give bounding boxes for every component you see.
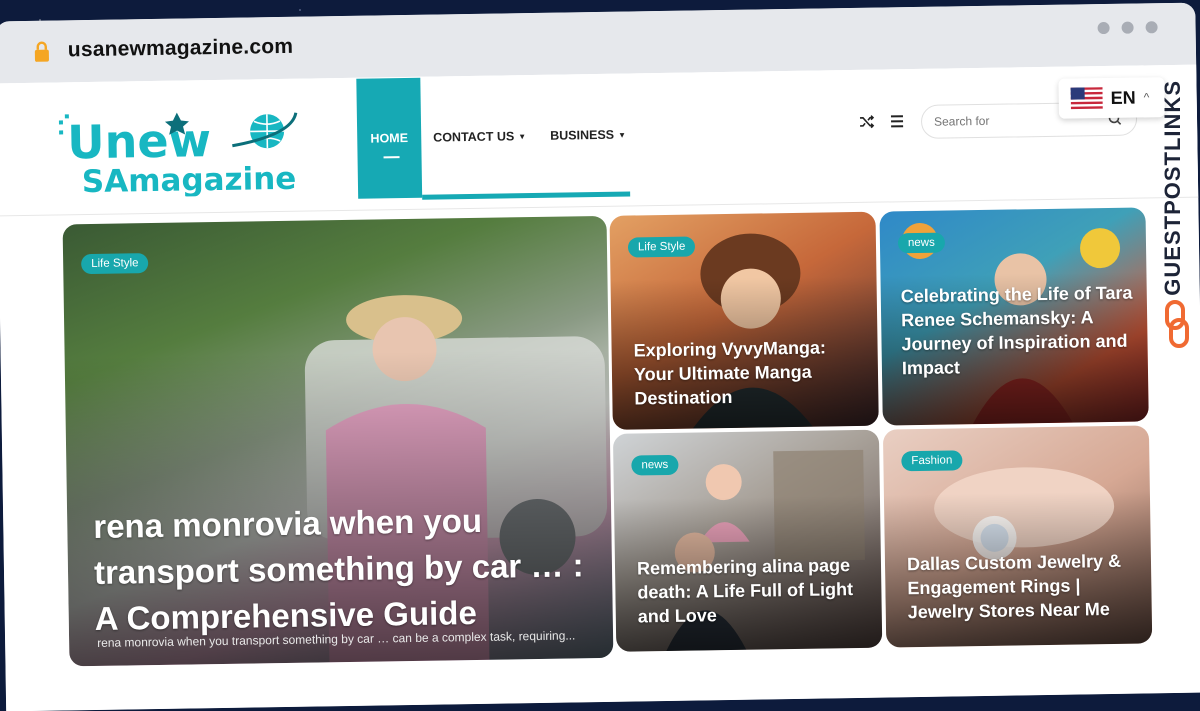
window-controls (1097, 21, 1158, 35)
category-badge[interactable]: Life Style (627, 236, 696, 258)
caret-down-icon: ▼ (518, 131, 527, 141)
featured-article-4[interactable]: news Remembering alina page death: A Lif… (612, 429, 883, 652)
chevron-up-icon: ^ (1143, 90, 1150, 105)
main-nav: HOME CONTACT US ▼ BUSINESS ▼ (356, 73, 639, 199)
article-title[interactable]: Remembering alina page death: A Life Ful… (637, 554, 874, 630)
window-dot[interactable] (1097, 21, 1110, 35)
guestpostlinks-wordmark: GUESTPOSTLINKS (1160, 80, 1185, 296)
category-badge[interactable]: news (897, 232, 945, 254)
chain-link-icon (1165, 300, 1189, 348)
article-title[interactable]: Exploring VyvyManga: Your Ultimate Manga… (633, 336, 864, 411)
language-label: EN (1110, 87, 1136, 108)
nav-contact-label: CONTACT US (433, 129, 515, 145)
nav-business-label: BUSINESS (550, 127, 615, 143)
category-badge[interactable]: Fashion (901, 450, 963, 472)
featured-article-main[interactable]: Life Style rena monrovia when you transp… (62, 215, 614, 667)
nav-business[interactable]: BUSINESS ▼ (537, 74, 639, 196)
article-title[interactable]: rena monrovia when you transport somethi… (93, 496, 595, 642)
header-tools (859, 113, 905, 130)
caret-down-icon: ▼ (617, 130, 627, 140)
site-logo[interactable]: Unew SAmagazine (57, 105, 308, 199)
shuffle-icon[interactable] (859, 114, 875, 130)
nav-contact-us[interactable]: CONTACT US ▼ (420, 76, 539, 198)
article-title[interactable]: Dallas Custom Jewelry & Engagement Rings… (907, 550, 1144, 626)
lock-icon (34, 41, 49, 62)
hamburger-menu-icon[interactable] (889, 113, 905, 129)
us-flag-icon (1070, 87, 1103, 110)
website: Unew SAmagazine HOME CONTACT US ▼ BUSINE… (0, 64, 1200, 711)
language-selector[interactable]: EN ^ (1058, 77, 1166, 119)
logo-text-bottom: SAmagazine (82, 161, 297, 199)
window-dot[interactable] (1121, 21, 1134, 34)
featured-article-3[interactable]: news Celebrating the Life of Tara Renee … (879, 207, 1149, 426)
browser-window: usanewmagazine.com Unew SAmagazine HOME … (0, 2, 1200, 711)
url-text[interactable]: usanewmagazine.com (68, 35, 294, 63)
article-title[interactable]: Celebrating the Life of Tara Renee Schem… (901, 282, 1138, 381)
category-badge[interactable]: news (631, 454, 679, 476)
featured-article-5[interactable]: Fashion Dallas Custom Jewelry & Engageme… (882, 425, 1153, 648)
site-header: Unew SAmagazine HOME CONTACT US ▼ BUSINE… (0, 64, 1199, 217)
window-dot[interactable] (1145, 21, 1158, 34)
featured-article-2[interactable]: Life Style Exploring VyvyManga: Your Ult… (609, 211, 879, 430)
nav-home[interactable]: HOME (356, 77, 423, 199)
category-badge[interactable]: Life Style (81, 253, 149, 275)
logo-text-top: Unew (67, 113, 212, 169)
nav-home-label: HOME (370, 130, 409, 146)
